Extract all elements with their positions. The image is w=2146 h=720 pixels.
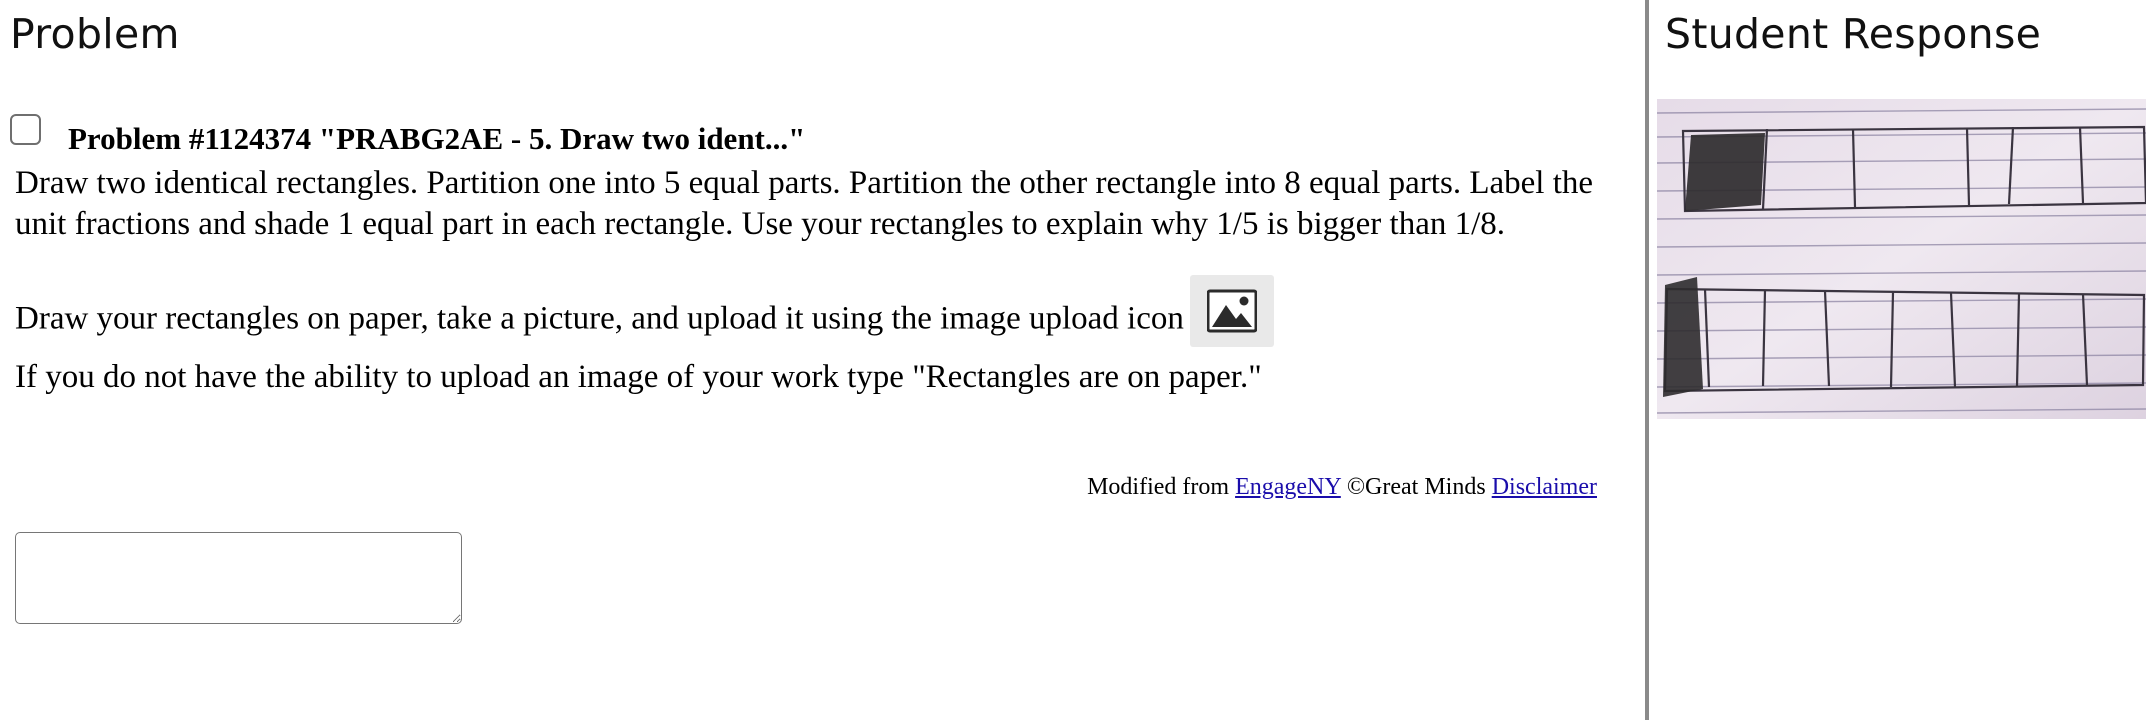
problem-body: Draw two identical rectangles. Partition… (15, 163, 1605, 398)
copyright-text: ©Great Minds (1346, 474, 1486, 500)
attribution: Modified from EngageNY ©Great Minds Disc… (697, 474, 1597, 501)
student-response-photo (1656, 99, 2146, 419)
answer-textarea[interactable] (15, 532, 462, 624)
problem-pane: Problem Problem #1124374 "PRABG2AE - 5. … (0, 0, 1645, 720)
engageny-link[interactable]: EngageNY (1235, 474, 1341, 500)
problem-header: Problem #1124374 "PRABG2AE - 5. Draw two… (68, 121, 806, 156)
alternate-instructions: If you do not have the ability to upload… (15, 359, 1262, 395)
disclaimer-link[interactable]: Disclaimer (1492, 474, 1597, 500)
problem-select-checkbox[interactable] (10, 114, 41, 145)
student-response-pane: Student Response (1649, 0, 2146, 720)
upload-instructions: Draw your rectangles on paper, take a pi… (15, 275, 1605, 357)
image-upload-icon (1189, 275, 1274, 347)
student-response-title: Student Response (1665, 10, 2042, 58)
attribution-prefix: Modified from (1087, 474, 1230, 500)
upload-instructions-text: Draw your rectangles on paper, take a pi… (15, 300, 1184, 337)
problem-instructions: Draw two identical rectangles. Partition… (15, 165, 1594, 242)
problem-pane-title: Problem (10, 10, 180, 58)
